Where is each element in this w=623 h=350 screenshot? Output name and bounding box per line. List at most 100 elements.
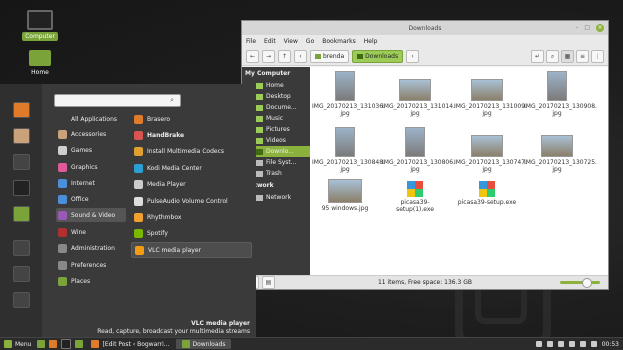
user-icon[interactable]: [535, 341, 542, 347]
app-label: Kodi Media Center: [147, 164, 202, 172]
mint-logo-icon: [4, 340, 12, 348]
category-label: Wine: [71, 228, 86, 236]
firefox-icon[interactable]: [13, 102, 30, 118]
menu-help[interactable]: Help: [364, 38, 378, 45]
file-item[interactable]: IMG_20170213_130848. jpg: [312, 127, 385, 173]
file-name: IMG_20170213_130725. jpg: [524, 159, 597, 173]
terminal-icon[interactable]: [13, 180, 30, 196]
menu-go[interactable]: Go: [306, 38, 314, 45]
network-icon[interactable]: [546, 341, 553, 347]
desktop-icon-home[interactable]: Home: [15, 50, 65, 77]
software-manager-icon[interactable]: [13, 128, 30, 144]
menu-file[interactable]: File: [246, 38, 256, 45]
logout-icon[interactable]: [13, 266, 30, 282]
zoom-slider[interactable]: [560, 281, 600, 284]
breadcrumb-brenda[interactable]: brenda: [310, 49, 350, 63]
files-icon[interactable]: [13, 206, 30, 222]
file-item[interactable]: IMG_20170213_130747. jpg: [454, 127, 527, 173]
breadcrumb-downloads[interactable]: Downloads: [352, 49, 404, 63]
toggle-path-icon[interactable]: ‹: [294, 49, 307, 63]
compact-view-icon[interactable]: ⋮: [591, 49, 604, 63]
category-games[interactable]: Games: [56, 143, 126, 157]
internet-icon: [58, 178, 67, 188]
app-spotify[interactable]: Spotify: [131, 226, 250, 240]
office-icon: [58, 194, 67, 204]
category-sound-video[interactable]: Sound & Video: [56, 208, 126, 222]
category-preferences[interactable]: Preferences: [56, 258, 126, 272]
app-install-codecs[interactable]: Install Multimedia Codecs: [131, 144, 250, 158]
terminal-icon[interactable]: [61, 339, 72, 349]
menu-button[interactable]: Menu: [0, 339, 35, 349]
window-titlebar[interactable]: Downloads – □ ×: [242, 21, 608, 35]
category-administration[interactable]: Administration: [56, 241, 126, 255]
volume-icon[interactable]: [568, 341, 575, 347]
app-handbrake[interactable]: HandBrake: [131, 128, 250, 142]
desktop-icon-computer[interactable]: Computer: [15, 10, 65, 41]
task-edit-post[interactable]: [Edit Post ‹ Bogwarri...: [85, 339, 175, 349]
category-all-applications[interactable]: All Applications: [56, 112, 126, 126]
bluetooth-icon[interactable]: [557, 341, 564, 347]
back-arrow-icon[interactable]: ←: [246, 49, 259, 63]
forward-arrow-icon[interactable]: →: [262, 49, 275, 63]
app-vlc[interactable]: VLC media player: [131, 242, 252, 258]
file-item[interactable]: IMG_20170213_130908. jpg: [524, 71, 597, 117]
status-bar: ⇆ ▤ 11 items, Free space: 136.3 GB: [242, 275, 608, 289]
file-item[interactable]: IMG_20170213_131009. jpg: [454, 71, 527, 117]
category-office[interactable]: Office: [56, 192, 126, 206]
category-label: Accessories: [71, 130, 107, 138]
file-item[interactable]: picasa39-setup.exe: [454, 181, 520, 206]
task-downloads[interactable]: Downloads: [175, 339, 232, 349]
path-forward-icon[interactable]: ›: [406, 49, 420, 63]
search-input[interactable]: ⌕: [54, 94, 181, 107]
list-view-icon[interactable]: ≡: [576, 49, 589, 63]
firefox-icon[interactable]: [49, 340, 58, 348]
file-item[interactable]: IMG_20170213_131014. jpg: [382, 71, 455, 117]
show-desktop-icon[interactable]: [37, 340, 46, 348]
new-folder-icon[interactable]: ↵: [531, 49, 544, 63]
files-icon[interactable]: [75, 340, 84, 348]
power-icon[interactable]: [13, 292, 30, 308]
file-item[interactable]: IMG_20170213_130725. jpg: [524, 127, 597, 173]
category-accessories[interactable]: Accessories: [56, 127, 126, 141]
sidebar-heading-my-computer: My Computer: [245, 70, 291, 77]
shield-icon[interactable]: [590, 341, 597, 347]
search-icon[interactable]: ⌕: [546, 49, 559, 63]
task-label: [Edit Post ‹ Bogwarri...: [102, 340, 170, 348]
rhythmbox-icon: [134, 212, 143, 222]
app-kodi[interactable]: Kodi Media Center: [131, 161, 250, 175]
category-internet[interactable]: Internet: [56, 176, 126, 190]
file-name: IMG_20170213_131009. jpg: [454, 103, 527, 117]
lock-screen-icon[interactable]: [13, 240, 30, 256]
app-media-player[interactable]: Media Player: [131, 177, 250, 191]
sidebar-item-label: Videos: [266, 137, 286, 144]
image-thumbnail: [471, 79, 503, 101]
file-item[interactable]: 95 windows.jpg: [312, 179, 378, 212]
file-item[interactable]: picasa39-setup(1).exe: [382, 181, 448, 213]
file-name: picasa39-setup.exe: [457, 199, 517, 206]
category-wine[interactable]: Wine: [56, 225, 126, 239]
minimize-icon[interactable]: –: [575, 24, 578, 32]
file-item[interactable]: IMG_20170213_130806. jpg: [382, 127, 455, 173]
zoom-slider-handle[interactable]: [582, 278, 592, 288]
menu-view[interactable]: View: [284, 38, 298, 45]
app-brasero[interactable]: Brasero: [131, 112, 250, 126]
icon-view-icon[interactable]: ▦: [561, 49, 574, 63]
sidebar-item-label: Network: [266, 194, 292, 201]
clock[interactable]: 00:53: [602, 341, 619, 348]
power-icon[interactable]: [579, 341, 586, 347]
maximize-icon[interactable]: □: [584, 24, 590, 32]
sidebar-item-label: Trash: [266, 170, 282, 177]
app-rhythmbox[interactable]: Rhythmbox: [131, 210, 250, 224]
up-arrow-icon[interactable]: ↑: [278, 49, 291, 63]
close-icon[interactable]: ×: [596, 24, 604, 32]
app-label: PulseAudio Volume Control: [147, 197, 228, 205]
category-graphics[interactable]: Graphics: [56, 160, 126, 174]
category-places[interactable]: Places: [56, 274, 126, 288]
computer-icon: [27, 10, 53, 30]
menu-edit[interactable]: Edit: [264, 38, 276, 45]
app-pulseaudio[interactable]: PulseAudio Volume Control: [131, 194, 250, 208]
menu-bookmarks[interactable]: Bookmarks: [322, 38, 356, 45]
image-thumbnail: [328, 179, 362, 203]
file-item[interactable]: IMG_20170213_131036. jpg: [312, 71, 385, 117]
settings-icon[interactable]: [13, 154, 30, 170]
